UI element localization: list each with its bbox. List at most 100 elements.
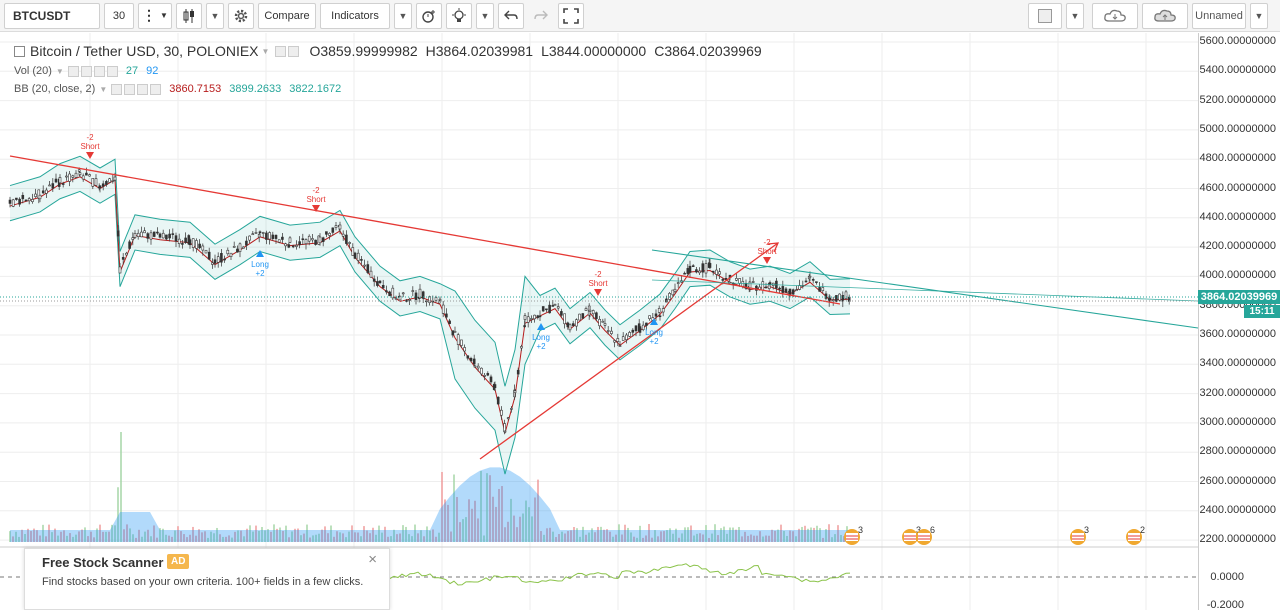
candle-body bbox=[781, 286, 785, 293]
candle-body bbox=[469, 358, 473, 362]
candle-body bbox=[54, 178, 58, 183]
compare-button[interactable]: Compare bbox=[258, 2, 316, 29]
candle-body bbox=[428, 296, 431, 303]
ad-popup[interactable]: Free Stock Scanner AD × Find stocks base… bbox=[24, 548, 390, 610]
candle-body bbox=[171, 233, 175, 235]
settings-small-icon[interactable] bbox=[124, 83, 136, 95]
candle-body bbox=[503, 423, 506, 432]
candle-body bbox=[560, 311, 563, 316]
save-chart-button[interactable] bbox=[1142, 3, 1188, 29]
candle-body bbox=[434, 297, 438, 301]
chevron-down-icon[interactable]: ▼ bbox=[262, 47, 270, 56]
candle-body bbox=[483, 375, 486, 377]
symbol-search-input[interactable]: BTCUSDT bbox=[4, 2, 100, 29]
load-chart-button[interactable] bbox=[1092, 3, 1138, 29]
collapse-icon[interactable] bbox=[14, 45, 25, 57]
candle-body bbox=[571, 323, 575, 326]
candle-body bbox=[133, 233, 137, 238]
volume-legend: Vol (20) ▼ 27 92 bbox=[14, 65, 158, 77]
alert-button[interactable] bbox=[416, 2, 442, 29]
price-scale[interactable]: 5600.00000000 5400.00000000 5200.00000000 5… bbox=[1198, 33, 1280, 610]
candle-body bbox=[356, 252, 360, 261]
candle-body bbox=[27, 198, 31, 202]
undo-button[interactable] bbox=[498, 2, 524, 29]
candle-body bbox=[788, 288, 792, 295]
candle-body bbox=[168, 233, 171, 239]
candle-body bbox=[784, 288, 788, 293]
ad-title[interactable]: Free Stock Scanner bbox=[42, 555, 163, 570]
candle-body bbox=[808, 275, 812, 278]
candle-body bbox=[201, 245, 205, 251]
color-dropdown[interactable]: ▼ bbox=[1066, 3, 1084, 29]
candle-body bbox=[625, 334, 628, 340]
interval-button[interactable]: 30 bbox=[104, 2, 134, 29]
chart-style-dropdown[interactable]: ▼ bbox=[206, 2, 224, 29]
candle-body bbox=[538, 315, 542, 318]
add-icon[interactable] bbox=[137, 83, 149, 95]
settings-button[interactable] bbox=[228, 2, 254, 29]
candle-body bbox=[448, 320, 451, 324]
redo-button[interactable] bbox=[528, 3, 554, 29]
candle-body bbox=[360, 259, 363, 261]
indicators-button[interactable]: Indicators bbox=[320, 2, 390, 29]
candle-body bbox=[311, 238, 314, 241]
redo-icon bbox=[534, 10, 548, 19]
candle-body bbox=[621, 336, 625, 341]
signal-label: -2 bbox=[763, 238, 771, 247]
oscillator-line bbox=[389, 563, 851, 586]
visibility-icon[interactable] bbox=[275, 45, 287, 57]
alarm-clock-icon bbox=[422, 9, 435, 23]
candle-body bbox=[376, 281, 379, 286]
candle-body bbox=[472, 358, 476, 365]
candle-body bbox=[818, 287, 821, 292]
price-scale-label: 3600.00000000 bbox=[1199, 328, 1276, 340]
candle-body bbox=[513, 390, 517, 393]
us-flag-icon bbox=[1128, 533, 1140, 541]
candle-body bbox=[735, 278, 738, 281]
event-count: 3 bbox=[1084, 525, 1089, 535]
price-chart[interactable]: -2Short-2Short-2Short-2ShortLong+2Long+2… bbox=[0, 33, 1198, 610]
candle-body bbox=[578, 313, 581, 321]
fullscreen-button[interactable] bbox=[558, 2, 584, 29]
candle-body bbox=[778, 287, 781, 290]
indicators-dropdown[interactable]: ▼ bbox=[394, 2, 412, 29]
visibility-icon[interactable] bbox=[67, 65, 79, 77]
candle-body bbox=[456, 334, 460, 345]
close-icon[interactable] bbox=[106, 65, 118, 77]
candle-body bbox=[220, 253, 223, 263]
add-icon[interactable] bbox=[93, 65, 105, 77]
signal-label: Long bbox=[251, 260, 269, 269]
close-icon[interactable] bbox=[150, 83, 162, 95]
interval-menu[interactable]: ⋮ ▼ bbox=[138, 2, 172, 29]
candle-body bbox=[328, 233, 331, 236]
settings-small-icon[interactable] bbox=[80, 65, 92, 77]
layout-name-button[interactable]: Unnamed bbox=[1192, 3, 1246, 29]
chevron-down-icon[interactable]: ▼ bbox=[56, 67, 64, 76]
lightbulb-icon bbox=[452, 7, 466, 22]
candle-style-button[interactable] bbox=[176, 2, 202, 29]
candle-body bbox=[21, 194, 25, 200]
candle-body bbox=[536, 315, 540, 318]
settings-small-icon[interactable] bbox=[288, 45, 300, 57]
ideas-button[interactable] bbox=[446, 2, 472, 29]
chevron-down-icon[interactable]: ▼ bbox=[99, 85, 107, 94]
chart-pane[interactable]: -2 Short -2 Short -2 Short -2 Short Long +2 Long +2… bbox=[0, 33, 1280, 610]
candle-body bbox=[791, 289, 795, 295]
ideas-dropdown[interactable]: ▼ bbox=[476, 2, 494, 29]
candle-body bbox=[345, 234, 348, 244]
candle-body bbox=[321, 237, 325, 242]
drawing-color-button[interactable] bbox=[1028, 3, 1062, 29]
layout-dropdown[interactable]: ▼ bbox=[1250, 3, 1268, 29]
candle-body bbox=[101, 183, 105, 187]
close-icon[interactable]: × bbox=[368, 551, 377, 568]
candle-body bbox=[78, 172, 82, 175]
visibility-icon[interactable] bbox=[111, 83, 123, 95]
symbol-title: Bitcoin / Tether USD, 30, POLONIEX bbox=[30, 43, 259, 59]
candle-body bbox=[331, 227, 335, 233]
candle-body bbox=[105, 181, 108, 185]
candle-body bbox=[463, 347, 466, 352]
candle-body bbox=[254, 232, 258, 234]
candle-body bbox=[486, 373, 490, 376]
candle-body bbox=[695, 269, 698, 273]
cloud-upload-icon bbox=[1154, 9, 1176, 22]
